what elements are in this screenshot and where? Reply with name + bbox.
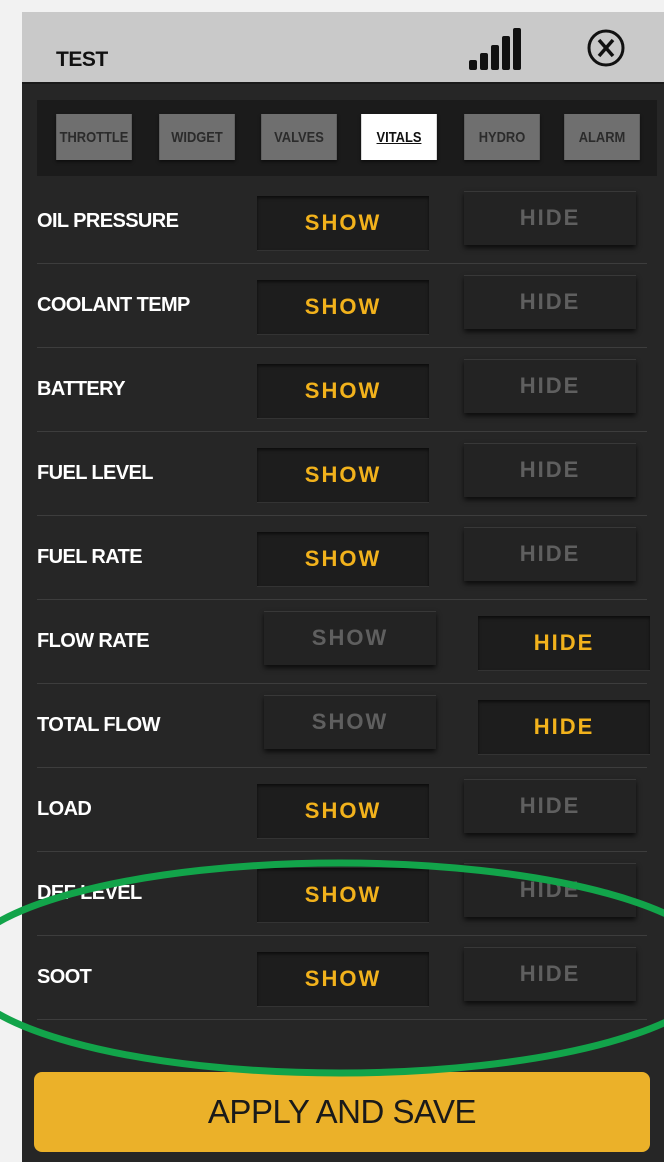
setting-row: FUEL RATE SHOW HIDE [37, 516, 647, 600]
setting-label: COOLANT TEMP [37, 294, 190, 316]
setting-row: OIL PRESSURE SHOW HIDE [37, 180, 647, 264]
setting-row: FUEL LEVEL SHOW HIDE [37, 432, 647, 516]
setting-row: LOAD SHOW HIDE [37, 768, 647, 852]
hide-button[interactable]: HIDE [464, 191, 636, 245]
settings-panel: TEST THROTTLE WIDGET VALVES VITALS HYDRO… [22, 12, 664, 1162]
tab-widget[interactable]: WIDGET [159, 114, 235, 160]
tab-throttle[interactable]: THROTTLE [56, 114, 132, 160]
show-button[interactable]: SHOW [257, 952, 429, 1006]
hide-button[interactable]: HIDE [478, 700, 650, 754]
signal-bars-icon [469, 28, 521, 70]
setting-row: DEF LEVEL SHOW HIDE [37, 852, 647, 936]
setting-label: TOTAL FLOW [37, 714, 160, 736]
hide-button[interactable]: HIDE [464, 443, 636, 497]
show-button[interactable]: SHOW [264, 611, 436, 665]
setting-label: LOAD [37, 798, 92, 820]
tab-valves[interactable]: VALVES [261, 114, 337, 160]
show-button[interactable]: SHOW [257, 532, 429, 586]
setting-label: FUEL RATE [37, 546, 143, 568]
tab-alarm[interactable]: ALARM [564, 114, 640, 160]
setting-row: SOOT SHOW HIDE [37, 936, 647, 1020]
page-title: TEST [56, 48, 108, 71]
setting-label: SOOT [37, 966, 92, 988]
show-button[interactable]: SHOW [257, 868, 429, 922]
tab-hydro[interactable]: HYDRO [464, 114, 540, 160]
tab-strip: THROTTLE WIDGET VALVES VITALS HYDRO ALAR… [37, 100, 657, 176]
show-button[interactable]: SHOW [257, 280, 429, 334]
setting-row: FLOW RATE SHOW HIDE [37, 600, 650, 684]
title-bar: TEST [22, 12, 664, 84]
hide-button[interactable]: HIDE [464, 527, 636, 581]
setting-row: TOTAL FLOW SHOW HIDE [37, 684, 650, 768]
setting-label: BATTERY [37, 378, 126, 400]
hide-button[interactable]: HIDE [478, 616, 650, 670]
show-button[interactable]: SHOW [257, 196, 429, 250]
show-button[interactable]: SHOW [257, 784, 429, 838]
setting-row: BATTERY SHOW HIDE [37, 348, 647, 432]
hide-button[interactable]: HIDE [464, 359, 636, 413]
hide-button[interactable]: HIDE [464, 947, 636, 1001]
hide-button[interactable]: HIDE [464, 863, 636, 917]
setting-label: OIL PRESSURE [37, 210, 179, 232]
show-button[interactable]: SHOW [264, 695, 436, 749]
hide-button[interactable]: HIDE [464, 779, 636, 833]
show-button[interactable]: SHOW [257, 364, 429, 418]
setting-label: DEF LEVEL [37, 882, 142, 904]
setting-row: COOLANT TEMP SHOW HIDE [37, 264, 647, 348]
setting-label: FLOW RATE [37, 630, 150, 652]
close-icon[interactable] [586, 28, 626, 68]
show-button[interactable]: SHOW [257, 448, 429, 502]
apply-and-save-button[interactable]: APPLY AND SAVE [34, 1072, 650, 1152]
hide-button[interactable]: HIDE [464, 275, 636, 329]
setting-label: FUEL LEVEL [37, 462, 153, 484]
tab-vitals[interactable]: VITALS [361, 114, 437, 160]
